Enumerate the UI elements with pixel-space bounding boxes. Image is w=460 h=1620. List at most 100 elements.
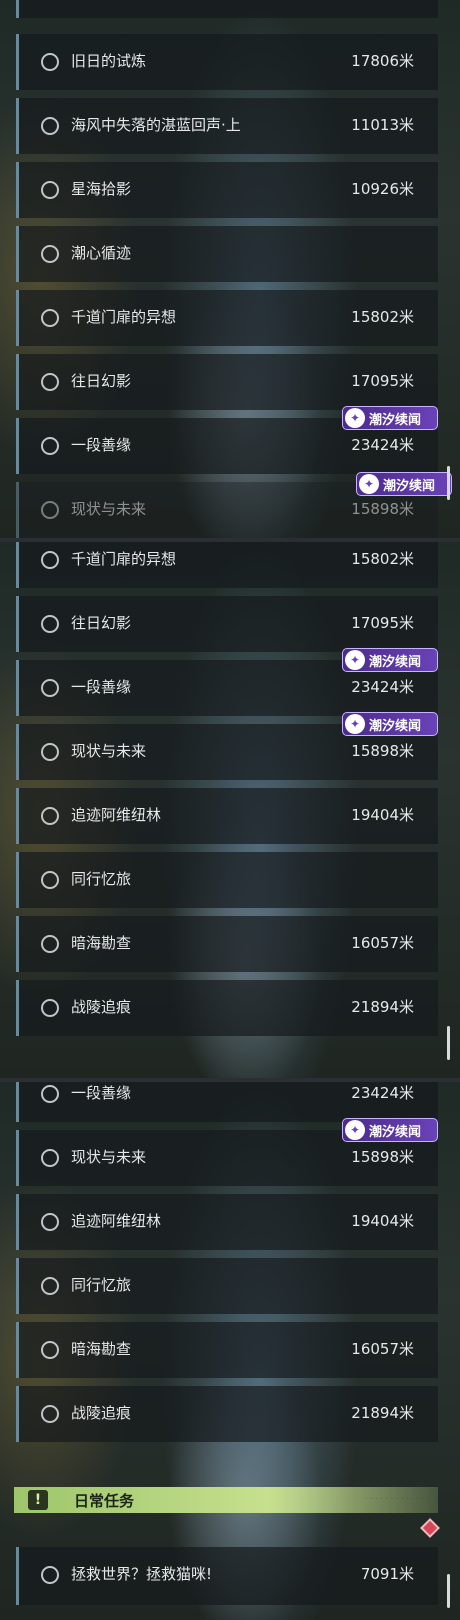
quest-row[interactable]: 追迹阿维纽林 19404米 <box>16 788 438 844</box>
quest-name: 旧日的试炼 <box>71 52 147 70</box>
tide-badge-icon: ✦ <box>345 714 365 734</box>
quest-distance: 11013米 <box>351 116 414 134</box>
circle-icon <box>41 615 59 633</box>
quest-row[interactable]: ✦ 潮汐续闻 一段善缘 23424米 <box>16 1080 438 1122</box>
tide-sequel-badge: ✦ 潮汐续闻 <box>342 712 438 736</box>
quest-row[interactable]: 追迹阿维纽林 19404米 <box>16 1194 438 1250</box>
scrollbar-thumb[interactable] <box>447 1026 450 1060</box>
quest-distance: 23424米 <box>351 436 414 454</box>
quest-distance: 10926米 <box>351 180 414 198</box>
quest-name: 战陵追痕 <box>71 998 132 1016</box>
quest-name: 拯救世界？拯救猫咪! <box>71 1565 213 1583</box>
quest-distance: 17095米 <box>351 372 414 390</box>
quest-name: 往日幻影 <box>71 614 132 632</box>
circle-icon <box>41 309 59 327</box>
badge-label: 潮汐续闻 <box>369 718 422 734</box>
circle-icon <box>41 679 59 697</box>
quest-distance: 17095米 <box>351 614 414 632</box>
circle-icon <box>41 501 59 519</box>
quest-name: 星海拾影 <box>71 180 132 198</box>
circle-icon <box>41 1277 59 1295</box>
circle-icon <box>41 807 59 825</box>
tide-badge-icon: ✦ <box>359 474 379 494</box>
tide-badge-icon: ✦ <box>345 650 365 670</box>
tide-badge-icon: ✦ <box>345 1120 365 1140</box>
circle-icon <box>41 117 59 135</box>
quest-row[interactable]: ✦ 潮汐续闻 现状与未来 15898米 <box>16 712 438 780</box>
badge-label: 潮汐续闻 <box>369 654 422 670</box>
quest-name: 海风中失落的湛蓝回声·上 <box>71 116 241 134</box>
quest-distance: 7091米 <box>360 1565 414 1583</box>
circle-icon <box>41 935 59 953</box>
quest-name: 现状与未来 <box>71 500 147 518</box>
quest-row[interactable]: 旧日的试炼 17806米 <box>16 34 438 90</box>
tide-badge-icon: ✦ <box>345 408 365 428</box>
quest-row[interactable]: 往日幻影 17095米 <box>16 354 438 410</box>
tide-badge-wrapper: ✦ 潮汐续闻 <box>356 472 452 498</box>
quest-row-partial-top <box>16 0 438 18</box>
scrollbar-thumb[interactable] <box>447 466 450 500</box>
quest-name: 同行忆旅 <box>71 870 132 888</box>
quest-row[interactable]: ✦ 潮汐续闻 一段善缘 23424米 <box>16 406 438 474</box>
quest-distance: 16057米 <box>351 934 414 952</box>
quest-row[interactable]: 往日幻影 17095米 <box>16 596 438 652</box>
quest-name: 往日幻影 <box>71 372 132 390</box>
daily-quest-header[interactable]: ! 日常任务 · · · · · · · · · · · · · <box>14 1487 438 1513</box>
quest-distance: 15802米 <box>351 550 414 568</box>
quest-distance: 15802米 <box>351 308 414 326</box>
quest-distance: 15898米 <box>351 1148 414 1166</box>
quest-distance: 23424米 <box>351 1084 414 1102</box>
quest-distance: 16057米 <box>351 1340 414 1358</box>
quest-row[interactable]: ✦ 潮汐续闻 现状与未来 15898米 <box>16 1118 438 1186</box>
scrollbar-thumb[interactable] <box>447 1574 450 1608</box>
quest-name: 暗海勘查 <box>71 1340 132 1358</box>
circle-icon <box>41 53 59 71</box>
circle-icon <box>41 181 59 199</box>
quest-name: 现状与未来 <box>71 1148 147 1166</box>
quest-distance: 21894米 <box>351 998 414 1016</box>
quest-name: 潮心循迹 <box>71 244 132 262</box>
quest-row[interactable]: 千道门扉的异想 15802米 <box>16 290 438 346</box>
circle-icon <box>41 1085 59 1103</box>
quest-list-panel-2[interactable]: 千道门扉的异想 15802米 往日幻影 17095米 ✦ 潮汐续闻 一段善缘 2… <box>0 540 460 1080</box>
daily-quest-row[interactable]: 拯救世界？拯救猫咪! 7091米 <box>16 1547 438 1605</box>
circle-icon <box>41 437 59 455</box>
quest-row[interactable]: ✦ 潮汐续闻 一段善缘 23424米 <box>16 648 438 716</box>
quest-row[interactable]: 战陵追痕 21894米 <box>16 1386 438 1442</box>
quest-row[interactable]: 星海拾影 10926米 <box>16 162 438 218</box>
circle-icon <box>41 551 59 569</box>
circle-icon <box>41 1405 59 1423</box>
quest-list-panel-3[interactable]: ✦ 潮汐续闻 一段善缘 23424米 ✦ 潮汐续闻 现状与未来 15898米 追… <box>0 1080 460 1620</box>
badge-label: 潮汐续闻 <box>369 1124 422 1140</box>
quest-row[interactable]: 暗海勘查 16057米 <box>16 916 438 972</box>
tide-sequel-badge: ✦ 潮汐续闻 <box>342 1118 438 1142</box>
section-title: 日常任务 <box>74 1492 135 1510</box>
quest-name: 追迹阿维纽林 <box>71 1212 162 1230</box>
panel-divider <box>0 1078 460 1082</box>
quest-name: 暗海勘查 <box>71 934 132 952</box>
quest-row[interactable]: 暗海勘查 16057米 <box>16 1322 438 1378</box>
badge-label: 潮汐续闻 <box>383 478 436 494</box>
quest-name: 一段善缘 <box>71 436 132 454</box>
quest-name: 同行忆旅 <box>71 1276 132 1294</box>
quest-distance: 19404米 <box>351 806 414 824</box>
circle-icon <box>41 245 59 263</box>
quest-distance: 19404米 <box>351 1212 414 1230</box>
quest-name: 千道门扉的异想 <box>71 550 177 568</box>
quest-name: 战陵追痕 <box>71 1404 132 1422</box>
quest-row[interactable]: 同行忆旅 <box>16 852 438 908</box>
panel-divider <box>0 538 460 542</box>
quest-distance: 15898米 <box>351 742 414 760</box>
tide-sequel-badge: ✦ 潮汐续闻 <box>356 472 452 496</box>
quest-row[interactable]: 战陵追痕 21894米 <box>16 980 438 1036</box>
quest-row[interactable]: 同行忆旅 <box>16 1258 438 1314</box>
quest-distance: 17806米 <box>351 52 414 70</box>
circle-icon <box>41 373 59 391</box>
tide-sequel-badge: ✦ 潮汐续闻 <box>342 648 438 672</box>
quest-row[interactable]: 潮心循迹 <box>16 226 438 282</box>
quest-row[interactable]: 海风中失落的湛蓝回声·上 11013米 <box>16 98 438 154</box>
quest-name: 一段善缘 <box>71 678 132 696</box>
circle-icon <box>41 1566 59 1584</box>
quest-list-panel-1[interactable]: 旧日的试炼 17806米 海风中失落的湛蓝回声·上 11013米 星海拾影 10… <box>0 0 460 540</box>
quest-row[interactable]: 千道门扉的异想 15802米 <box>16 540 438 588</box>
